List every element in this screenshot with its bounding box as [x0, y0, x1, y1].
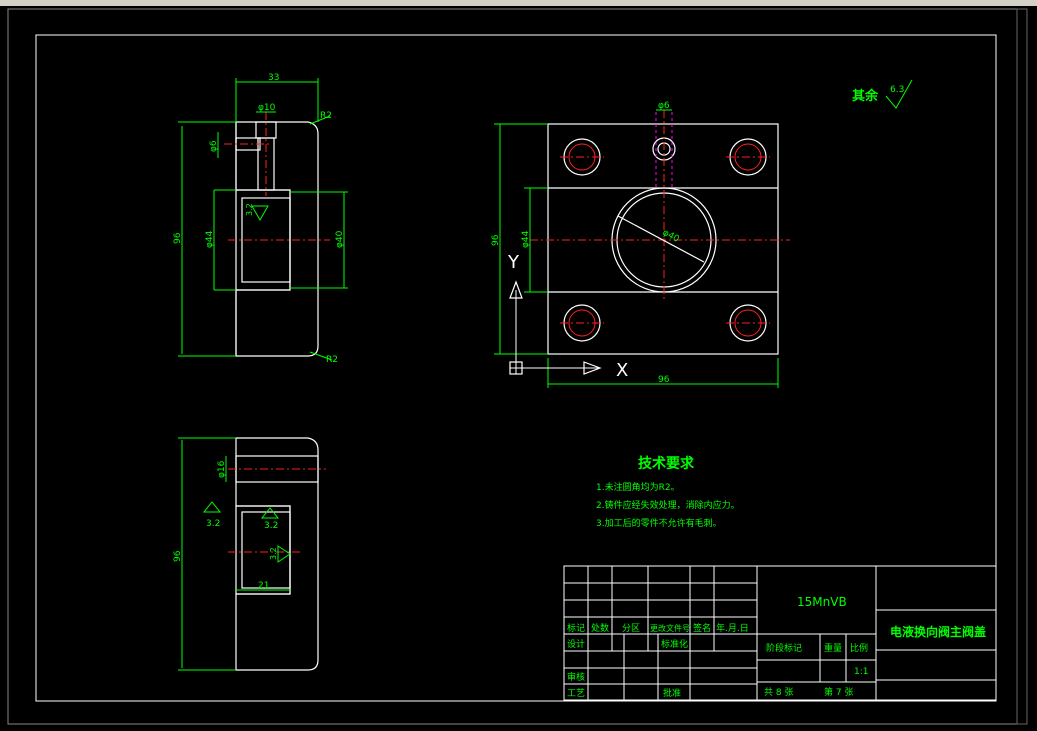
- chamfer-top-label: R2: [320, 111, 332, 121]
- tb-sheets-total: 共 8 张: [764, 687, 793, 698]
- tb-weight: 重量: [824, 642, 842, 654]
- tech-req-item-3: 3.加工后的零件不允许有毛刺。: [596, 517, 722, 529]
- dim-phi10: φ10: [258, 103, 276, 113]
- ucs-x-label: X: [616, 360, 628, 381]
- roughness-inner: 3.2: [245, 203, 254, 216]
- tech-req-title: 技术要求: [638, 455, 695, 472]
- tb-col-docno: 更改文件号: [650, 623, 690, 633]
- tb-scale: 比例: [850, 642, 868, 654]
- dim-side-phi6: φ6: [209, 140, 219, 152]
- roughness-lower-a: 3.2: [206, 519, 220, 529]
- dim-lower-21: 21: [258, 581, 269, 591]
- tb-standardize: 标准化: [661, 638, 688, 650]
- tb-col-mark: 标记: [567, 622, 585, 634]
- tb-col-date: 年.月.日: [716, 622, 749, 634]
- dim-plan-width: 96: [658, 375, 670, 385]
- dim-plan-phi6: φ6: [658, 101, 670, 111]
- tb-stage-mark: 阶段标记: [766, 642, 802, 654]
- vertical-scrollbar[interactable]: [1016, 8, 1028, 725]
- tb-approve: 批准: [663, 687, 681, 699]
- dim-lower-height: 96: [173, 550, 183, 562]
- tech-req-item-2: 2.铸件应经失效处理，消除内应力。: [596, 499, 740, 511]
- dim-top-width: 33: [268, 73, 279, 83]
- part-name: 电液换向阀主阀盖: [890, 624, 986, 639]
- tb-process: 工艺: [567, 688, 585, 699]
- tb-col-count: 处数: [591, 622, 609, 634]
- chamfer-bottom-label: R2: [326, 355, 338, 365]
- ucs-y-label: Y: [507, 252, 520, 273]
- dim-side-height: 96: [173, 232, 183, 244]
- roughness-other-value: 6.3: [890, 85, 904, 95]
- dim-lower-phi16: φ16: [217, 460, 227, 478]
- tb-col-zone: 分区: [622, 623, 640, 634]
- tb-sheet-no: 第 7 张: [824, 686, 853, 698]
- dim-side-phi44: φ44: [205, 230, 215, 248]
- dim-plan-phi44: φ44: [521, 230, 531, 248]
- tb-col-sign: 签名: [693, 622, 711, 634]
- outer-border: [7, 8, 1018, 725]
- cad-drawing-canvas[interactable]: 33 φ10 R2 R2 96 φ44 φ40 φ6 3.2 Y X 96 96…: [0, 0, 1037, 731]
- tb-scale-value: 1:1: [854, 667, 868, 677]
- material-label: 15MnVB: [797, 595, 847, 609]
- roughness-lower-b: 3.2: [264, 521, 278, 531]
- lower-section-view: [178, 437, 326, 671]
- tech-req-item-1: 1.未注圆角均为R2。: [596, 481, 680, 493]
- plan-view: [494, 109, 790, 388]
- dim-plan-height: 96: [491, 234, 501, 246]
- tb-design: 设计: [567, 638, 585, 650]
- dim-side-phi40: φ40: [335, 230, 345, 248]
- tb-review: 审核: [567, 671, 585, 683]
- roughness-other-label: 其余: [852, 88, 879, 104]
- roughness-lower-c: 3.2: [269, 547, 278, 560]
